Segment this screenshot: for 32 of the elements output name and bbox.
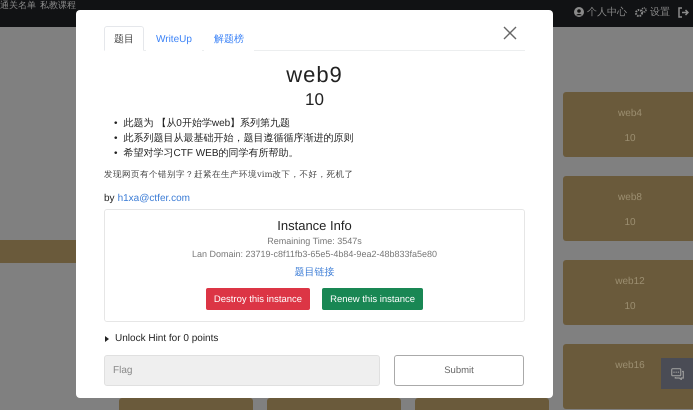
user-icon — [574, 7, 584, 17]
close-button[interactable] — [503, 26, 517, 40]
description-item: 此系列题目从最基础开始，题目遵循循序渐进的原则 — [124, 132, 354, 146]
description-item: 希望对学习CTF WEB的同学有所帮助。 — [124, 146, 299, 161]
description-note: 发现网页有个错别字？赶紧在生产环境vim改下，不好，死机了 — [104, 169, 355, 181]
bullet-marker: • — [114, 132, 118, 146]
gears-icon — [635, 7, 647, 17]
author-label: by — [104, 193, 115, 204]
chat-icon — [670, 368, 684, 380]
nav-button[interactable]: 设置 — [635, 5, 670, 19]
challenge-points: 10 — [304, 90, 325, 110]
bullet-marker: • — [114, 147, 118, 161]
submit-button[interactable]: Submit — [394, 355, 524, 386]
nav-link[interactable]: 私教课程 — [40, 0, 76, 10]
instance-title: Instance Info — [277, 218, 352, 233]
nav-button[interactable]: 个人中心 — [574, 5, 627, 19]
renew-button[interactable]: Renew this instance — [322, 288, 424, 310]
challenge-title: web9 — [285, 62, 344, 88]
flag-input[interactable]: Flag — [104, 355, 380, 386]
bullet-marker: • — [114, 117, 118, 131]
caret-icon — [104, 336, 110, 342]
hint-toggle[interactable]: Unlock Hint for 0 points — [104, 333, 218, 344]
nav-link[interactable]: 通关名单 — [0, 0, 36, 10]
challenge-link[interactable]: 题目链接 — [294, 265, 334, 279]
lan-domain: Lan Domain: 23719-c8f11fb3-65e5-4b84-9ea2-48b833fa5e80 — [192, 249, 438, 259]
destroy-button[interactable]: Destroy this instance — [206, 288, 310, 310]
author-link[interactable]: h1xa@ctfer.com — [118, 193, 190, 204]
remaining-time: Remaining Time: 3547s — [267, 236, 362, 246]
description-item: 此题为 【从0开始学web】系列第九题 — [124, 116, 290, 131]
chat-button[interactable] — [661, 358, 693, 389]
tab[interactable]: 题目 — [104, 26, 144, 51]
logout-icon — [678, 6, 689, 18]
